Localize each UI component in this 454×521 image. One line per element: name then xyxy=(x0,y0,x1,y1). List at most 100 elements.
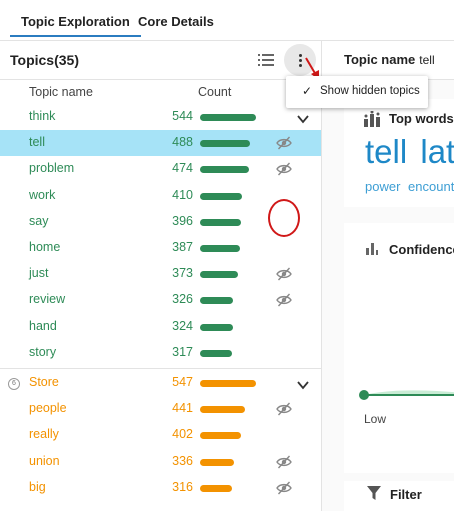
topic-count: 324 xyxy=(172,318,193,333)
tab-core-details[interactable]: Core Details xyxy=(138,14,214,29)
count-bar xyxy=(200,406,245,414)
topic-name: just xyxy=(29,266,49,281)
topic-name: tell xyxy=(29,135,45,150)
slider-low-label: Low xyxy=(364,412,387,426)
topic-name: think xyxy=(29,109,56,123)
topic-row[interactable]: problem 474 xyxy=(0,156,321,182)
top-word-4: encount xyxy=(408,179,454,194)
highlight-annotation-circle xyxy=(268,199,300,237)
topic-row[interactable]: hand 324 xyxy=(0,314,321,340)
topic-row[interactable]: home 387 xyxy=(0,235,321,261)
topic-row[interactable]: really 402 xyxy=(0,422,321,448)
topic-count: 547 xyxy=(172,375,193,389)
topic-row[interactable]: story 317 xyxy=(0,340,321,366)
topic-row[interactable]: big 316 xyxy=(0,475,321,501)
topic-name: home xyxy=(29,240,61,254)
count-bar xyxy=(200,380,256,387)
topic-name: union xyxy=(29,453,60,468)
hidden-eye-icon[interactable] xyxy=(276,401,292,417)
column-header-count: Count xyxy=(198,85,232,99)
topic-count: 544 xyxy=(172,109,193,123)
count-bar xyxy=(200,271,238,279)
topic-count: 387 xyxy=(172,240,193,254)
group-row[interactable]: 6 Store 547 xyxy=(0,370,321,396)
count-bar xyxy=(200,166,249,174)
topic-row[interactable]: just 373 xyxy=(0,261,321,287)
topic-row[interactable]: think 544 xyxy=(0,104,321,130)
topic-name: problem xyxy=(29,161,75,176)
confidence-slider[interactable] xyxy=(358,383,454,403)
count-bar xyxy=(200,218,241,226)
topics-panel-header: Topics(35) xyxy=(0,41,321,80)
chevron-down-icon[interactable] xyxy=(297,111,309,124)
column-header-topic-name: Topic name xyxy=(29,85,93,99)
count-bar xyxy=(200,458,234,466)
topic-row[interactable]: union 336 xyxy=(0,449,321,475)
hidden-eye-icon[interactable] xyxy=(276,454,292,470)
topic-detail-panel: Topic nametell Top words tell late power… xyxy=(322,41,454,521)
count-bar xyxy=(200,114,256,121)
topic-row[interactable]: people 441 xyxy=(0,396,321,422)
count-bar xyxy=(200,297,233,305)
topic-name: hand xyxy=(29,318,57,333)
topic-name: story xyxy=(29,344,57,359)
top-word-3: power xyxy=(365,179,401,194)
topic-count: 316 xyxy=(172,479,193,494)
top-words-title: Top words xyxy=(389,111,454,126)
topics-panel: Topics(35) Topic name Count think 544 tell… xyxy=(0,41,322,511)
topic-detail-header: Topic name tell xyxy=(322,41,454,80)
topic-name: review xyxy=(29,292,66,307)
hidden-eye-icon[interactable] xyxy=(276,480,292,496)
topic-name: people xyxy=(29,401,67,416)
confidence-card: Confidence Low xyxy=(344,223,454,473)
topic-row[interactable]: review 326 xyxy=(0,287,321,313)
top-words-card: Top words tell late power encount xyxy=(344,99,454,207)
top-word-1: tell xyxy=(365,133,408,170)
topic-count: 402 xyxy=(172,427,193,442)
topic-name: work xyxy=(29,187,56,202)
topic-row[interactable]: tell 488 xyxy=(0,130,321,157)
confidence-title: Confidence xyxy=(389,242,454,257)
count-bar xyxy=(200,323,233,331)
filter-title: Filter xyxy=(390,487,422,502)
topic-name-label: Topic name xyxy=(344,52,416,67)
group-icon: 6 xyxy=(8,378,20,390)
filter-icon[interactable] xyxy=(366,485,382,501)
topic-name: Store xyxy=(29,375,59,389)
count-bar xyxy=(200,349,232,357)
topic-count: 488 xyxy=(172,135,193,150)
topic-name: say xyxy=(29,213,49,228)
tab-topic-exploration[interactable]: Topic Exploration xyxy=(10,14,141,37)
list-view-icon[interactable] xyxy=(258,53,274,67)
count-bar xyxy=(200,484,232,492)
topic-name-value: tell xyxy=(419,53,435,67)
menu-item-show-hidden-topics[interactable]: Show hidden topics xyxy=(320,85,420,97)
hidden-eye-icon[interactable] xyxy=(276,161,292,177)
topic-count: 336 xyxy=(172,453,193,468)
hidden-eye-icon[interactable] xyxy=(276,292,292,308)
chevron-down-icon[interactable] xyxy=(297,377,309,390)
hidden-eye-icon[interactable] xyxy=(276,135,292,151)
tab-bar: Topic Exploration Core Details xyxy=(0,0,454,41)
topic-count: 441 xyxy=(172,401,193,416)
count-bar xyxy=(200,432,241,440)
topic-count: 396 xyxy=(172,213,193,228)
options-menu: ✓ Show hidden topics xyxy=(286,76,428,108)
hidden-eye-icon[interactable] xyxy=(276,266,292,282)
count-bar xyxy=(200,192,242,200)
topic-count: 317 xyxy=(172,344,193,359)
topic-count: 326 xyxy=(172,292,193,307)
topic-count: 410 xyxy=(172,187,193,202)
group-separator xyxy=(0,368,321,369)
bar-chart-icon xyxy=(366,243,378,255)
topic-count: 373 xyxy=(172,266,193,281)
top-words-icon xyxy=(364,111,380,127)
count-bar xyxy=(200,245,240,252)
topic-count: 474 xyxy=(172,161,193,176)
top-word-2: late xyxy=(420,133,454,170)
topics-title: Topics(35) xyxy=(10,52,79,68)
filter-card: Filter xyxy=(344,481,454,521)
topic-name: big xyxy=(29,479,46,494)
checkmark-icon: ✓ xyxy=(302,84,313,98)
topic-name: really xyxy=(29,427,59,442)
